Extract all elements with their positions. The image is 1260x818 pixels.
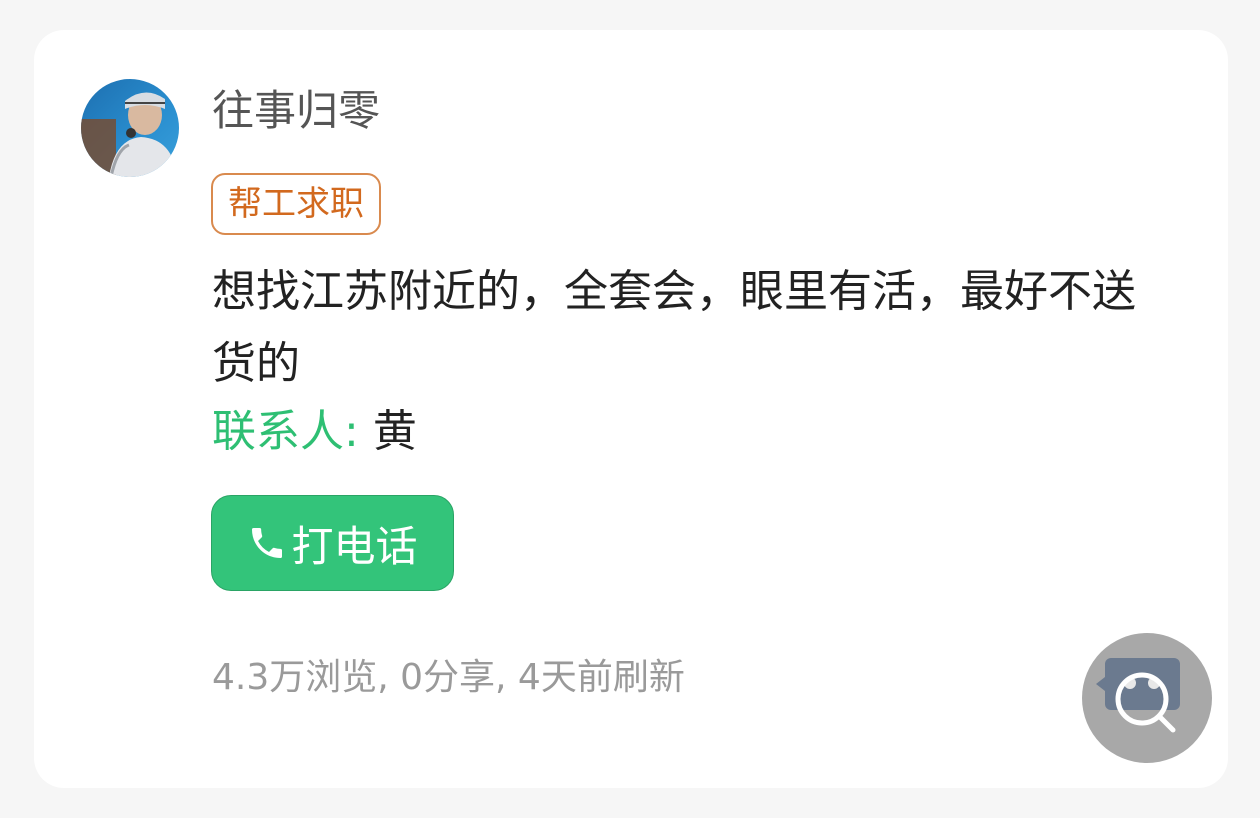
post-content: 想找江苏附近的，全套会，眼里有活，最好不送货的 xyxy=(212,266,1136,389)
contact-name: 黄 xyxy=(372,406,417,457)
author-name[interactable]: 往事归零 xyxy=(212,86,380,136)
floating-search-button[interactable] xyxy=(1082,633,1212,763)
contact-line: 联系人: 黄 xyxy=(212,402,417,462)
call-button[interactable]: 打电话 xyxy=(211,495,454,591)
post-card[interactable]: 往事归零 帮工求职 想找江苏附近的，全套会，眼里有活，最好不送货的 联系人: 黄… xyxy=(34,30,1228,788)
post-stats: 4.3万浏览, 0分享, 4天前刷新 xyxy=(212,657,685,698)
phone-icon xyxy=(247,521,287,565)
avatar-image xyxy=(81,79,179,177)
category-tag: 帮工求职 xyxy=(211,173,381,235)
avatar[interactable] xyxy=(81,79,179,177)
contact-label: 联系人: xyxy=(212,406,359,457)
call-button-label: 打电话 xyxy=(291,521,418,571)
search-icon xyxy=(1096,658,1180,733)
